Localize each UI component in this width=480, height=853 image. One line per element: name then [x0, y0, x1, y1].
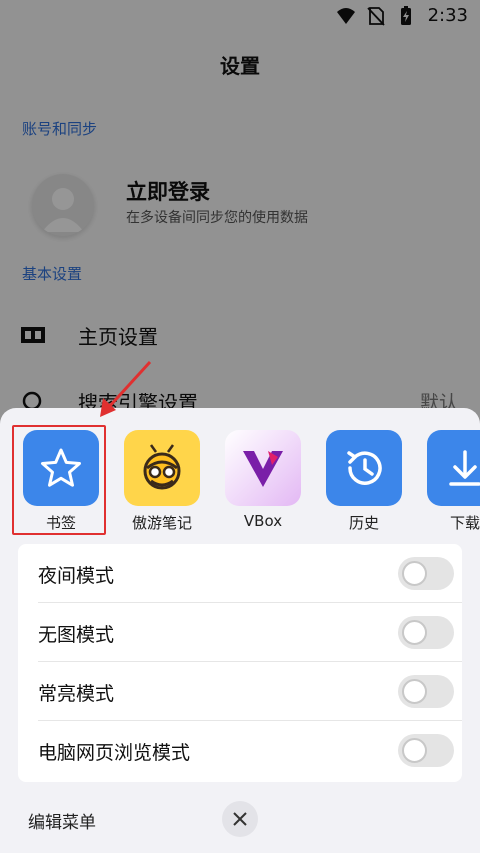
edit-menu-button[interactable]: 编辑菜单	[28, 808, 96, 833]
toggle-row-desktop-mode[interactable]: 电脑网页浏览模式	[18, 721, 462, 780]
app-downloads[interactable]: 下载	[426, 430, 480, 532]
toggle-row-keep-screen-on[interactable]: 常亮模式	[18, 662, 462, 721]
app-notes[interactable]: 傲游笔记	[123, 430, 201, 532]
toggle-label: 夜间模式	[38, 565, 115, 587]
toggle-row-no-image-mode[interactable]: 无图模式	[18, 603, 462, 662]
history-icon	[347, 451, 382, 485]
app-vbox[interactable]: VBox	[224, 430, 302, 530]
app-history[interactable]: 历史	[325, 430, 403, 532]
toggles-card: 夜间模式 无图模式 常亮模式 电脑网页浏览模式	[18, 544, 462, 782]
toggle-label: 常亮模式	[38, 683, 115, 705]
app-label: 历史	[348, 514, 379, 532]
night-mode-switch[interactable]	[398, 557, 454, 590]
toggle-label: 无图模式	[38, 624, 115, 646]
app-label: VBox	[243, 512, 283, 530]
toggle-row-night-mode[interactable]: 夜间模式	[18, 544, 462, 603]
no-image-mode-switch[interactable]	[398, 616, 454, 649]
close-icon	[233, 812, 247, 826]
app-label: 傲游笔记	[131, 514, 192, 532]
desktop-mode-switch[interactable]	[398, 734, 454, 767]
highlight-box	[12, 425, 106, 535]
bee-icon	[143, 444, 181, 490]
keep-screen-on-switch[interactable]	[398, 675, 454, 708]
vbox-icon	[243, 451, 283, 487]
download-icon	[449, 450, 480, 486]
close-button[interactable]	[222, 801, 258, 837]
app-label: 下载	[449, 514, 480, 532]
toggle-label: 电脑网页浏览模式	[38, 742, 191, 764]
